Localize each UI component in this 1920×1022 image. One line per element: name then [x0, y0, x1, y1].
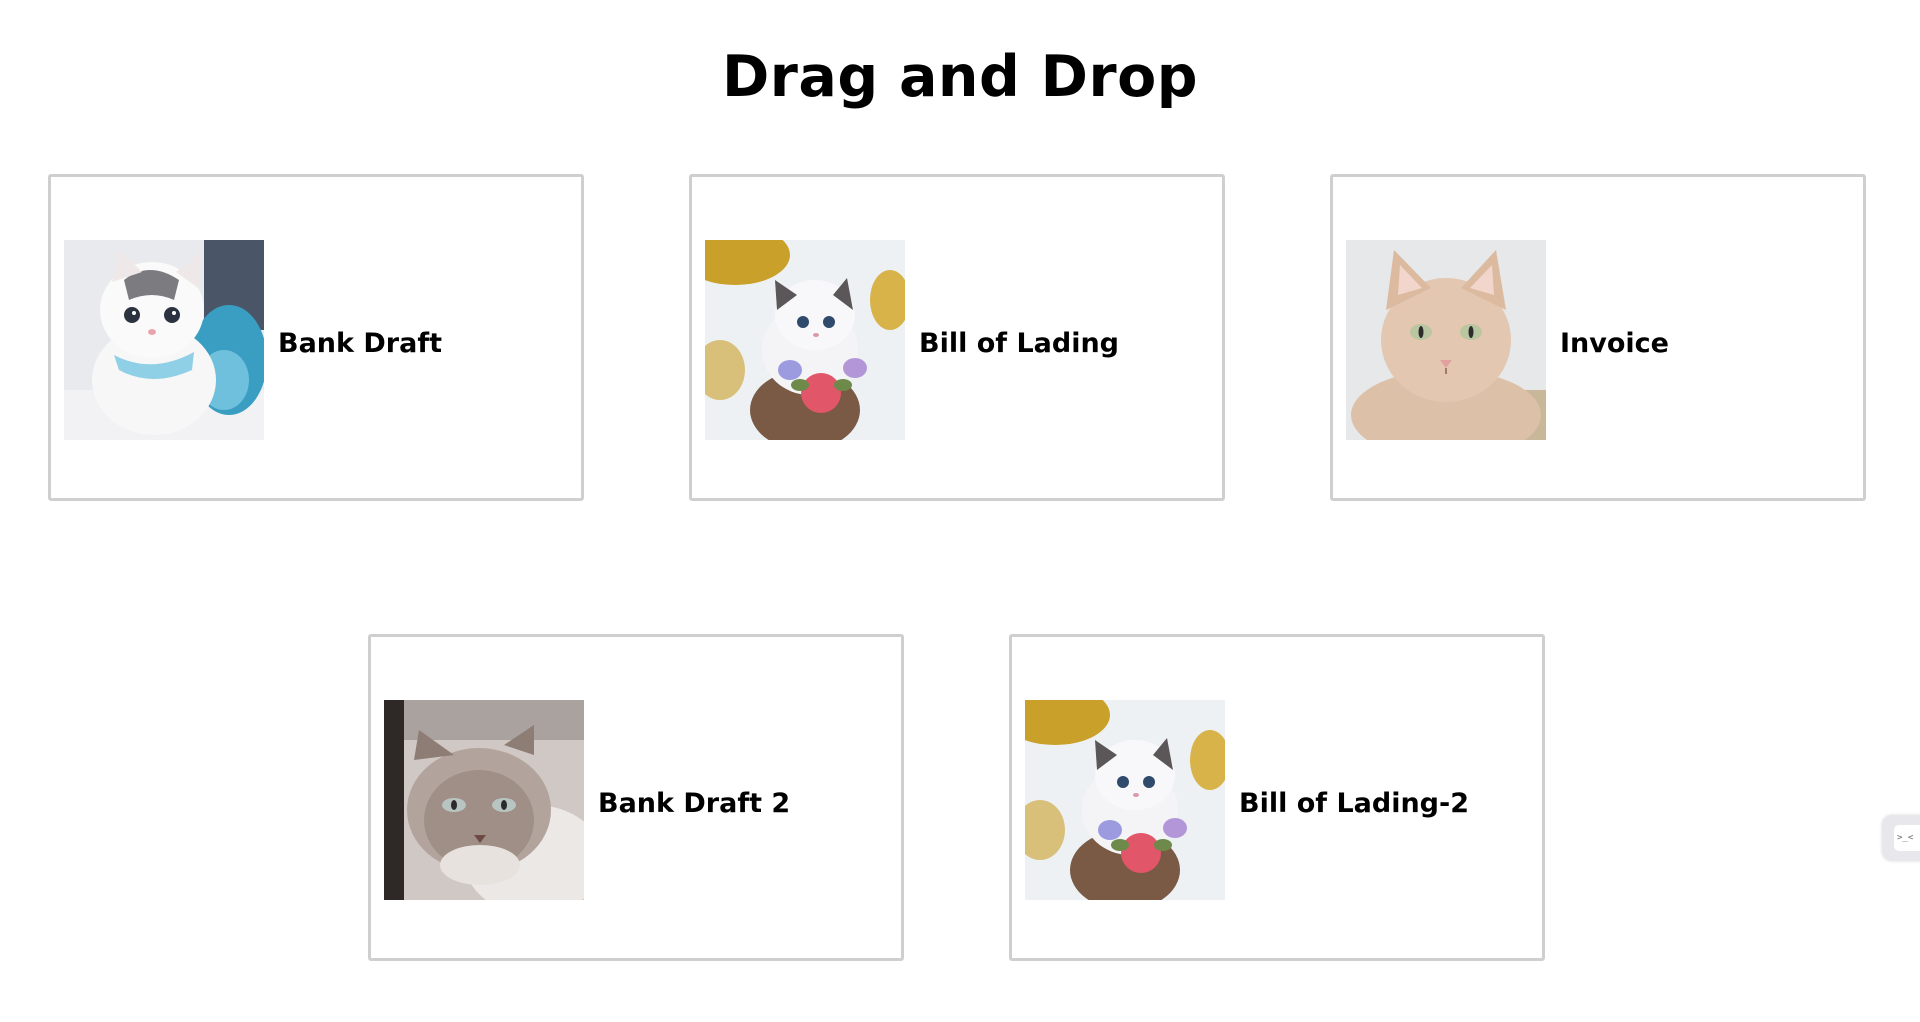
item-label: Bill of Lading-2 — [1239, 787, 1469, 819]
drop-zone-4[interactable]: Bank Draft 2 — [368, 634, 904, 961]
item-label: Invoice — [1560, 327, 1669, 359]
floating-side-widget[interactable]: >_< — [1882, 815, 1920, 861]
drag-drop-page: Drag and Drop Bank Draft Bill of Lading … — [0, 0, 1920, 1022]
page-title: Drag and Drop — [721, 44, 1199, 110]
draggable-item-bank-draft-2[interactable]: Bank Draft 2 — [384, 700, 790, 900]
drop-zone-3[interactable]: Invoice — [1330, 174, 1866, 501]
cat-thumbnail-image — [384, 700, 584, 900]
draggable-item-invoice[interactable]: Invoice — [1346, 240, 1669, 440]
drop-zone-5[interactable]: Bill of Lading-2 — [1009, 634, 1545, 961]
draggable-item-bill-of-lading-2[interactable]: Bill of Lading-2 — [1025, 700, 1469, 900]
terminal-icon: >_< — [1894, 825, 1920, 851]
item-label: Bank Draft — [278, 327, 442, 359]
kitten-thumbnail-image — [1025, 700, 1225, 900]
drop-zone-1[interactable]: Bank Draft — [48, 174, 584, 501]
drop-zone-2[interactable]: Bill of Lading — [689, 174, 1225, 501]
kitten-thumbnail-image — [64, 240, 264, 440]
cat-thumbnail-image — [1346, 240, 1546, 440]
draggable-item-bank-draft[interactable]: Bank Draft — [64, 240, 442, 440]
kitten-thumbnail-image — [705, 240, 905, 440]
item-label: Bill of Lading — [919, 327, 1119, 359]
draggable-item-bill-of-lading[interactable]: Bill of Lading — [705, 240, 1119, 440]
item-label: Bank Draft 2 — [598, 787, 791, 819]
